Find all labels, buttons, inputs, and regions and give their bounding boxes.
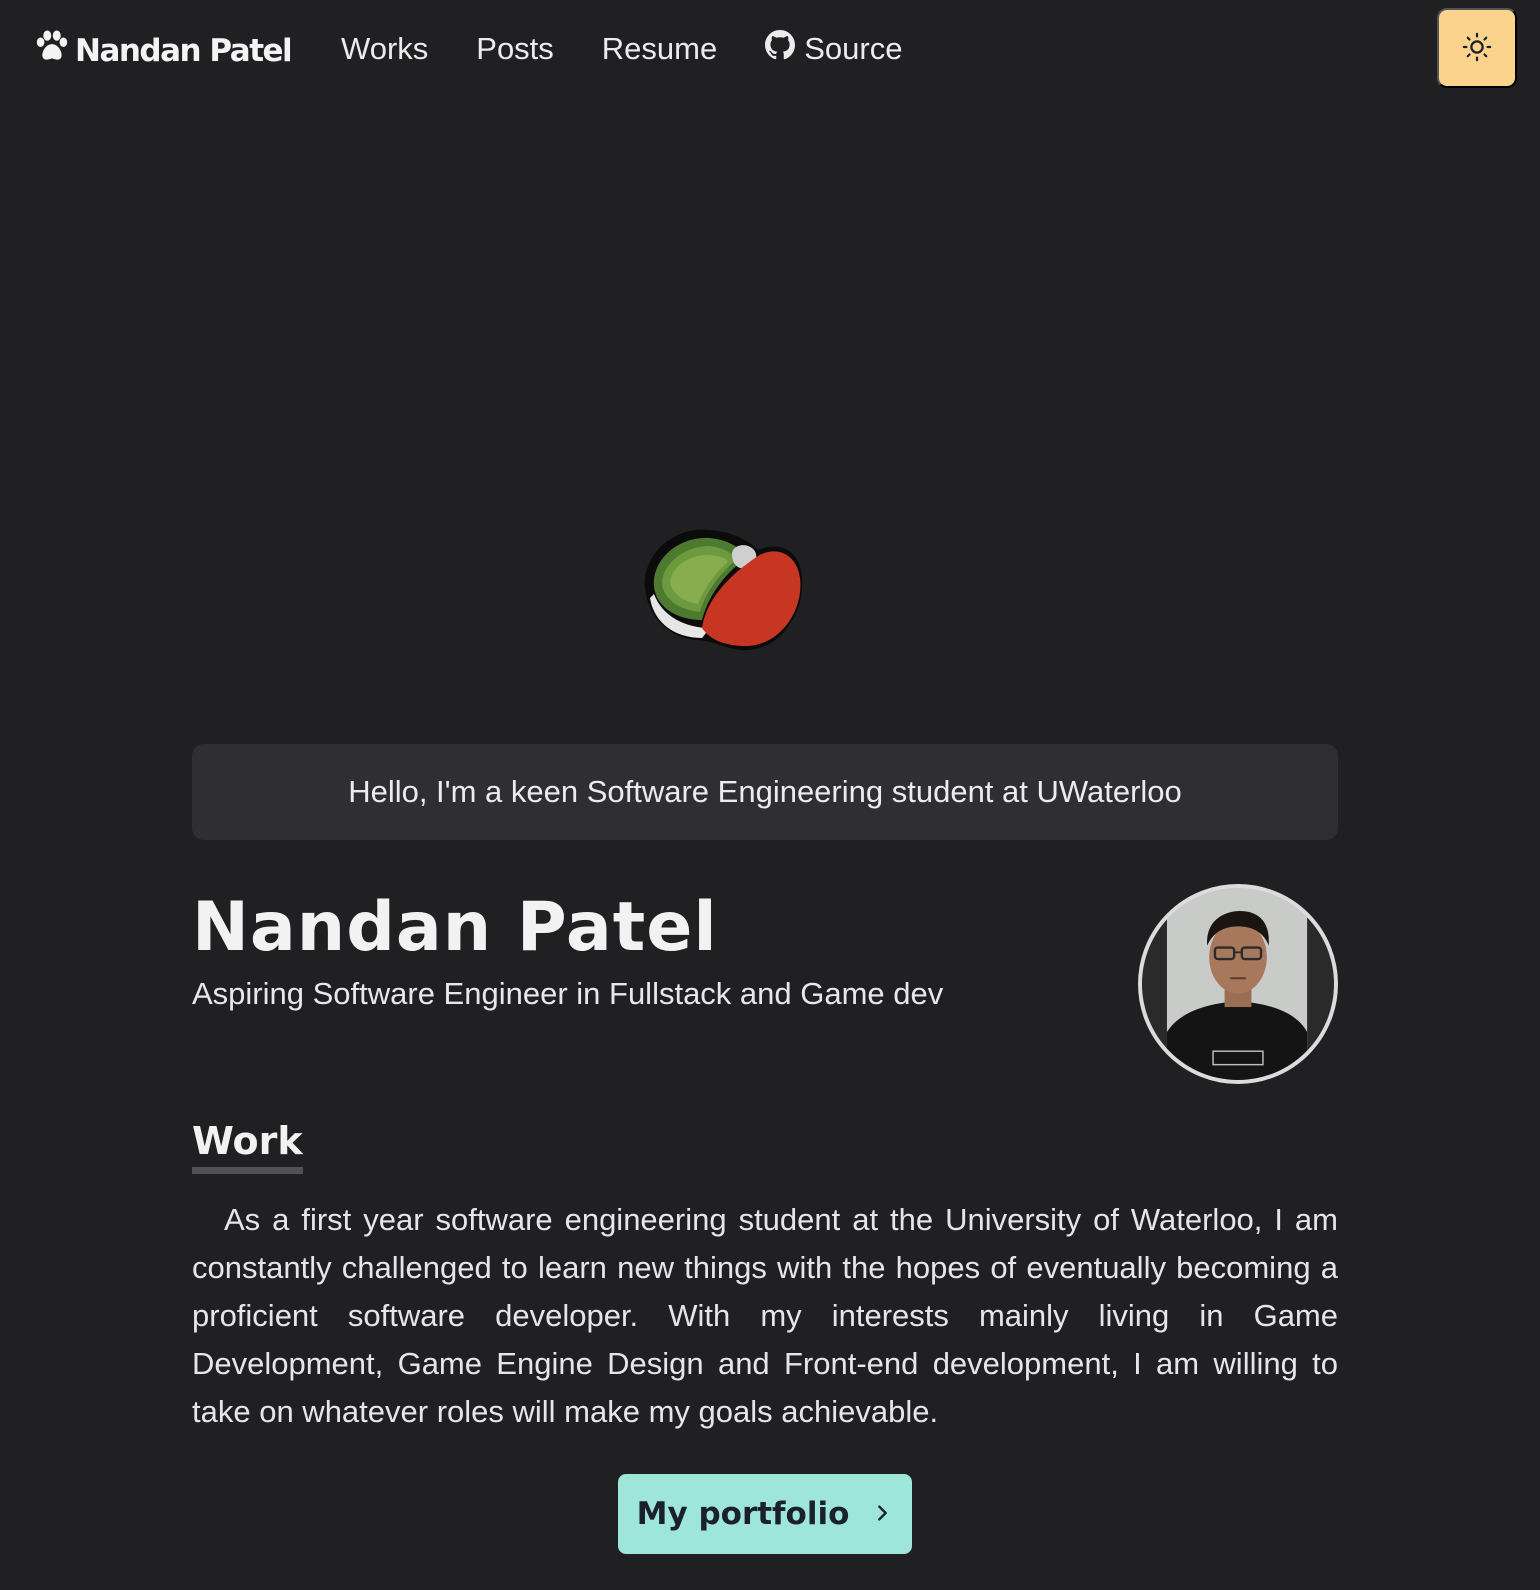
profile-section: Nandan Patel Aspiring Software Engineer … [192,840,1338,1094]
work-paragraph: As a first year software engineering stu… [192,1202,1338,1429]
nav-link-label: Resume [601,31,718,66]
greeting-text: Hello, I'm a keen Software Engineering s… [348,774,1182,809]
github-icon [765,30,796,68]
nav-link-works[interactable]: Works [341,31,428,67]
logo-link[interactable]: Nandan Patel [33,28,293,74]
nav-link-label: Source [804,31,903,66]
section-heading-work: Work [192,1119,303,1174]
top-nav: Nandan Patel Works Posts Resume Source [0,0,1540,98]
button-row: My portfolio [192,1474,1338,1554]
nav-links: Works Posts Resume Source [341,30,902,68]
page-title: Nandan Patel [192,888,718,967]
greeting-banner: Hello, I'm a keen Software Engineering s… [192,744,1338,840]
avatar [1138,884,1338,1084]
button-label: My portfolio [636,1496,850,1532]
paw-icon [33,28,71,74]
nav-link-label: Works [341,31,429,66]
my-portfolio-button[interactable]: My portfolio [618,1474,912,1554]
logo-text: Nandan Patel [75,33,293,69]
hero-3d-model[interactable] [640,528,810,658]
nav-link-resume[interactable]: Resume [602,31,717,67]
page: Nandan Patel Works Posts Resume Source H… [0,0,1540,1590]
chevron-right-icon [871,1496,893,1532]
sun-icon [1462,32,1492,65]
main-content: Hello, I'm a keen Software Engineering s… [192,744,1338,1554]
tagline: Aspiring Software Engineer in Fullstack … [192,976,944,1011]
nav-link-label: Posts [476,31,554,66]
nav-link-source[interactable]: Source [765,30,902,68]
theme-toggle-button[interactable] [1437,8,1517,88]
nav-link-posts[interactable]: Posts [476,31,554,67]
